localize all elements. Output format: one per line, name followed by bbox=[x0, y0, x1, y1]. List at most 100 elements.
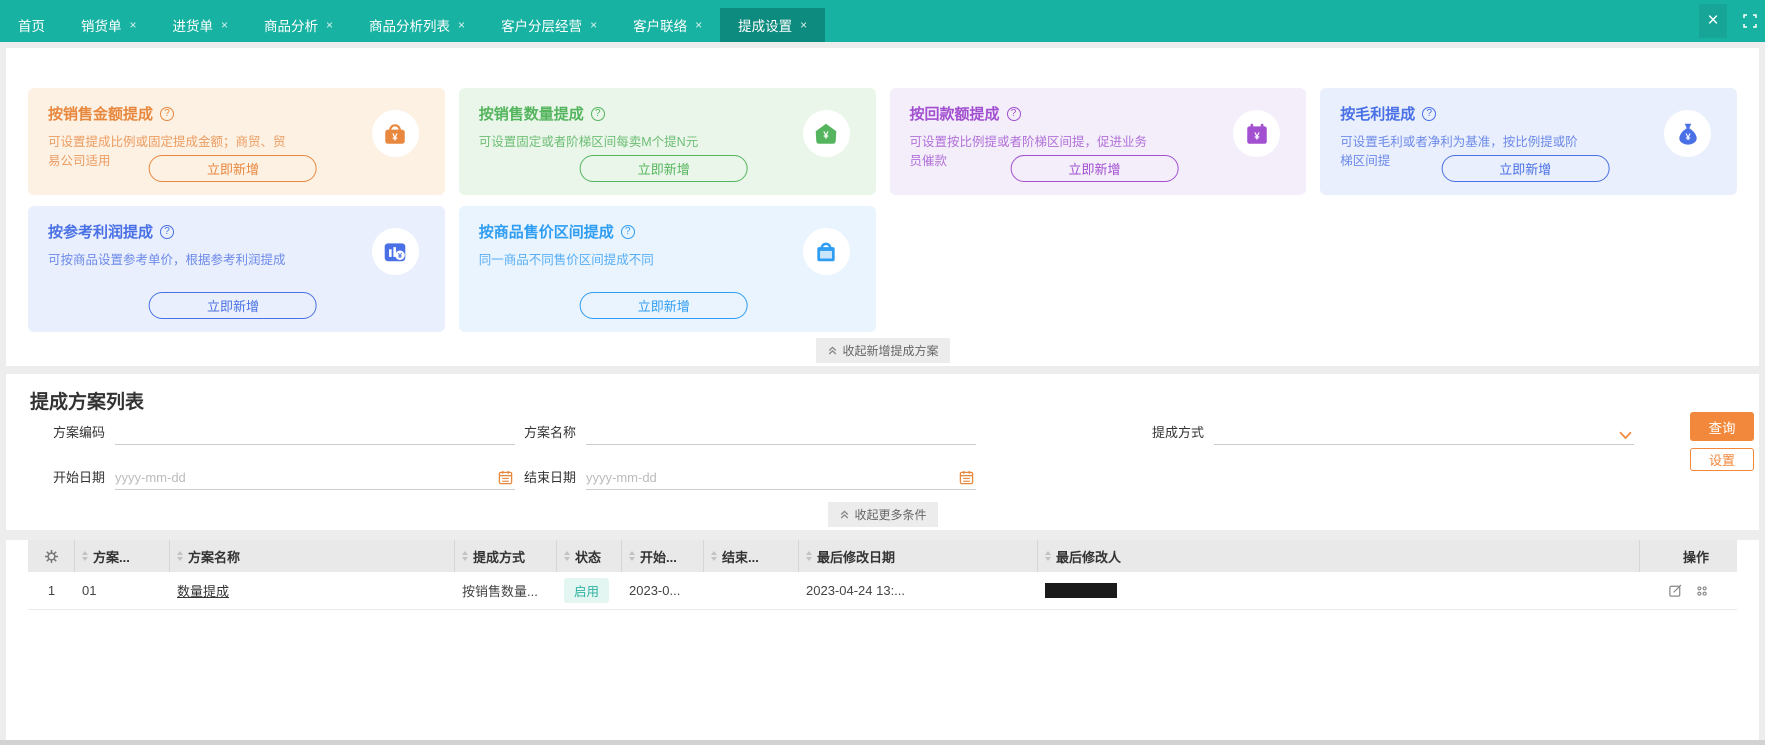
tab-commission-settings[interactable]: 提成设置 × bbox=[720, 8, 826, 42]
gear-icon[interactable] bbox=[44, 549, 59, 564]
help-icon[interactable]: ? bbox=[1006, 106, 1021, 121]
commission-method-field: 提成方式 bbox=[1152, 421, 1635, 445]
sort-icon[interactable] bbox=[462, 551, 468, 561]
row-index-cell: 1 bbox=[47, 583, 56, 598]
tab-label: 商品分析 bbox=[264, 19, 319, 34]
calendar-icon[interactable] bbox=[959, 470, 974, 485]
add-now-button[interactable]: 立即新增 bbox=[149, 292, 318, 319]
add-now-button[interactable]: 立即新增 bbox=[579, 292, 748, 319]
help-icon[interactable]: ? bbox=[1422, 106, 1437, 121]
plan-list-filter-panel: 提成方案列表 方案编码 方案名称 提成方式 开始日期 结束日期 bbox=[6, 374, 1759, 530]
header-start-date[interactable]: 开始... bbox=[622, 540, 704, 572]
start-date-cell: 2023-0... bbox=[629, 583, 681, 598]
tab-product-analysis-list[interactable]: 商品分析列表 × bbox=[351, 8, 483, 42]
chart-yuan-icon: ¥ bbox=[371, 228, 419, 275]
header-plan-name[interactable]: 方案名称 bbox=[170, 540, 455, 572]
plan-code-field: 方案编码 bbox=[53, 421, 516, 445]
header-end-date[interactable]: 结束... bbox=[704, 540, 799, 572]
double-chevron-up-icon bbox=[828, 346, 836, 355]
card-sales-amount-commission: 按销售金额提成? 可设置提成比例或固定提成金额；商贸、贸易公司适用 ¥ 立即新增 bbox=[28, 88, 445, 195]
header-actions: 操作 bbox=[1682, 549, 1709, 565]
commission-method-label: 提成方式 bbox=[1152, 425, 1205, 440]
card-description: 可设置固定或者阶梯区间每卖M个提N元 bbox=[478, 135, 699, 149]
help-icon[interactable]: ? bbox=[620, 224, 635, 239]
add-now-button[interactable]: 立即新增 bbox=[149, 155, 318, 182]
tab-product-analysis[interactable]: 商品分析 × bbox=[246, 8, 351, 42]
sort-icon[interactable] bbox=[806, 551, 812, 561]
plan-name-input[interactable] bbox=[586, 421, 977, 445]
cards-grid: 按销售金额提成? 可设置提成比例或固定提成金额；商贸、贸易公司适用 ¥ 立即新增… bbox=[6, 48, 1759, 332]
tab-customer-contact[interactable]: 客户联络 × bbox=[615, 8, 720, 42]
tab-close-icon[interactable]: × bbox=[590, 19, 597, 31]
tab-label: 客户联络 bbox=[633, 19, 688, 34]
tab-purchase-order[interactable]: 进货单 × bbox=[155, 8, 247, 42]
bottom-edge-bar bbox=[0, 740, 1765, 745]
header-status[interactable]: 状态 bbox=[557, 540, 622, 572]
window-controls: × bbox=[1699, 0, 1757, 42]
card-title-text: 按参考利润提成 bbox=[48, 224, 154, 241]
svg-text:¥: ¥ bbox=[1685, 131, 1691, 141]
svg-text:¥: ¥ bbox=[1254, 131, 1260, 142]
card-title-text: 按毛利提成 bbox=[1340, 106, 1416, 123]
start-date-label: 开始日期 bbox=[53, 470, 106, 485]
edit-icon[interactable] bbox=[1668, 583, 1683, 598]
help-icon[interactable]: ? bbox=[160, 224, 175, 239]
tab-close-icon[interactable]: × bbox=[800, 19, 807, 31]
header-commission-method[interactable]: 提成方式 bbox=[455, 540, 557, 572]
plan-code-cell: 01 bbox=[82, 583, 97, 598]
end-date-input[interactable] bbox=[586, 466, 977, 490]
fullscreen-icon[interactable] bbox=[1743, 14, 1757, 28]
sort-icon[interactable] bbox=[1045, 551, 1051, 561]
table-row[interactable]: 1 01 数量提成 按销售数量... 启用 2023-0... 2023-04-… bbox=[28, 572, 1737, 610]
shopping-bag-icon bbox=[802, 228, 850, 275]
commission-method-select[interactable] bbox=[1214, 421, 1635, 445]
add-now-button[interactable]: 立即新增 bbox=[1441, 155, 1610, 182]
tab-bar: 首页 销货单 × 进货单 × 商品分析 × 商品分析列表 × 客户分层经营 × 客户联络 ×… bbox=[0, 0, 1765, 42]
tab-close-icon[interactable]: × bbox=[458, 19, 465, 31]
house-yuan-icon: ¥ bbox=[802, 110, 850, 157]
tab-customer-segmentation[interactable]: 客户分层经营 × bbox=[483, 8, 615, 42]
collapse-new-commission-plans[interactable]: 收起新增提成方案 bbox=[815, 338, 950, 363]
svg-text:¥: ¥ bbox=[393, 132, 399, 143]
tab-label: 进货单 bbox=[172, 19, 214, 34]
add-now-button[interactable]: 立即新增 bbox=[579, 155, 748, 182]
tab-close-icon[interactable]: × bbox=[130, 19, 137, 31]
more-grid-icon[interactable] bbox=[1695, 584, 1709, 598]
tab-label: 提成设置 bbox=[738, 19, 793, 34]
header-plan-code[interactable]: 方案... bbox=[75, 540, 170, 572]
close-icon[interactable]: × bbox=[1699, 4, 1727, 38]
calendar-icon[interactable] bbox=[498, 470, 513, 485]
chevron-down-icon[interactable] bbox=[1619, 431, 1632, 440]
sort-icon[interactable] bbox=[629, 551, 635, 561]
sort-icon[interactable] bbox=[711, 551, 717, 561]
start-date-field: 开始日期 bbox=[53, 466, 516, 490]
sort-icon[interactable] bbox=[564, 551, 570, 561]
tab-close-icon[interactable]: × bbox=[326, 19, 333, 31]
settings-button[interactable]: 设置 bbox=[1690, 448, 1754, 471]
card-title: 按参考利润提成? bbox=[48, 221, 425, 242]
sort-icon[interactable] bbox=[82, 551, 88, 561]
card-sales-quantity-commission: 按销售数量提成? 可设置固定或者阶梯区间每卖M个提N元 ¥ 立即新增 bbox=[458, 88, 876, 195]
help-icon[interactable]: ? bbox=[590, 106, 605, 121]
header-last-modified-date[interactable]: 最后修改日期 bbox=[799, 540, 1038, 572]
tab-close-icon[interactable]: × bbox=[221, 19, 228, 31]
plan-name-link[interactable]: 数量提成 bbox=[177, 581, 229, 600]
start-date-input[interactable] bbox=[115, 466, 516, 490]
plan-table: 方案... 方案名称 提成方式 状态 开始... 结束... 最后修改日期 最后… bbox=[28, 540, 1737, 610]
table-header: 方案... 方案名称 提成方式 状态 开始... 结束... 最后修改日期 最后… bbox=[28, 540, 1737, 572]
tab-sales-order[interactable]: 销货单 × bbox=[63, 8, 155, 42]
help-icon[interactable]: ? bbox=[160, 106, 175, 121]
plan-code-input[interactable] bbox=[115, 421, 516, 445]
plan-name-label: 方案名称 bbox=[524, 425, 577, 440]
tab-home[interactable]: 首页 bbox=[0, 8, 63, 42]
card-gross-profit-commission: 按毛利提成? 可设置毛利或者净利为基准，按比例提或阶梯区间提 ¥ 立即新增 bbox=[1320, 88, 1737, 195]
search-button[interactable]: 查询 bbox=[1690, 412, 1754, 441]
section-title: 提成方案列表 bbox=[30, 392, 145, 413]
collapse-more-conditions[interactable]: 收起更多条件 bbox=[827, 502, 938, 527]
commission-method-cell: 按销售数量... bbox=[462, 584, 538, 599]
sort-icon[interactable] bbox=[177, 551, 183, 561]
header-last-modified-by[interactable]: 最后修改人 bbox=[1038, 540, 1640, 572]
svg-text:¥: ¥ bbox=[823, 130, 829, 141]
add-now-button[interactable]: 立即新增 bbox=[1010, 155, 1179, 182]
tab-close-icon[interactable]: × bbox=[695, 19, 702, 31]
